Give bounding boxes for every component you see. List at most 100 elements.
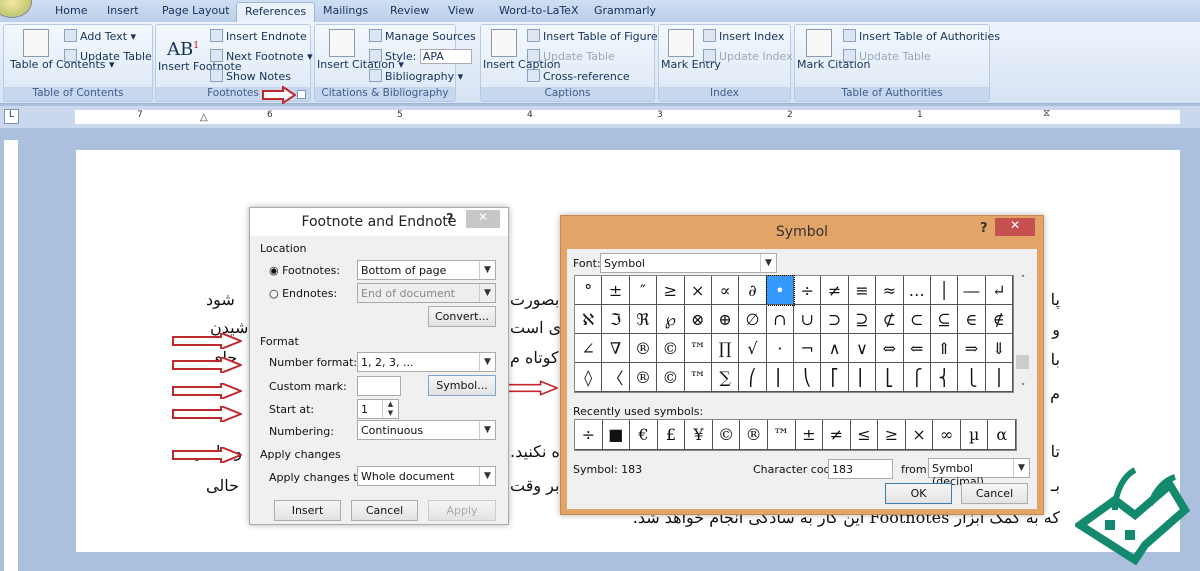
endnotes-radio[interactable]: ○ Endnotes: — [269, 287, 337, 300]
help-button[interactable]: ? — [446, 212, 454, 227]
symbol-cell[interactable]: ⎢ — [848, 363, 877, 392]
symbol-cell[interactable]: ⇒ — [958, 334, 986, 363]
symbol-cell[interactable]: ⎡ — [821, 363, 849, 392]
symbol-cell[interactable]: ⊄ — [876, 305, 904, 334]
symbol-cell[interactable]: ℵ — [575, 305, 603, 334]
tab-insert[interactable]: Insert — [107, 4, 139, 17]
endnotes-position-select[interactable]: End of document ▼ — [357, 283, 496, 303]
tab-grammarly[interactable]: Grammarly — [594, 4, 656, 17]
tab-page-layout[interactable]: Page Layout — [162, 4, 230, 17]
recent-symbol-cell[interactable]: ¥ — [685, 420, 713, 450]
symbol-cell[interactable]: √ — [739, 334, 767, 363]
close-button[interactable]: ✕ — [466, 210, 500, 228]
horizontal-ruler[interactable]: 7 6 5 4 3 2 1 △ ⧖ — [75, 108, 1180, 124]
symbol-cell[interactable]: ∨ — [848, 334, 877, 363]
add-text-button[interactable]: Add Text ▾ — [64, 29, 136, 43]
insert-table-of-figures-button[interactable]: Insert Table of Figures — [527, 29, 663, 43]
symbol-cell[interactable]: ⇓ — [985, 334, 1013, 363]
help-button[interactable]: ? — [980, 221, 988, 236]
symbol-cell[interactable]: ≥ — [657, 276, 685, 305]
recent-symbol-cell[interactable]: ∞ — [933, 420, 961, 450]
symbol-cell[interactable]: ― — [958, 276, 986, 305]
symbol-cell[interactable]: ∏ — [711, 334, 740, 363]
symbol-cell[interactable]: © — [657, 334, 685, 363]
start-at-stepper[interactable]: 1 ▲ ▼ — [357, 399, 399, 419]
symbol-button[interactable]: Symbol... — [428, 375, 496, 396]
symbol-cell[interactable]: ⎧ — [903, 363, 931, 392]
from-select[interactable]: Symbol (decimal) ▼ — [928, 458, 1030, 488]
insert-footnote-button[interactable]: AB1 Insert Footnote — [158, 31, 242, 73]
tab-home[interactable]: Home — [55, 4, 87, 17]
recent-symbol-cell[interactable]: × — [905, 420, 934, 450]
symbol-cell[interactable]: ∠ — [575, 334, 603, 363]
symbol-cell[interactable]: ⊂ — [903, 305, 931, 334]
indent-marker[interactable]: △ — [200, 112, 208, 123]
insert-citation-button[interactable]: Insert Citation ▾ — [317, 29, 404, 71]
insert-table-of-authorities-button[interactable]: Insert Table of Authorities — [843, 29, 1000, 43]
symbol-cell[interactable]: ⊃ — [821, 305, 849, 334]
mark-citation-button[interactable]: Mark Citation — [797, 29, 870, 71]
show-notes-button[interactable]: Show Notes — [210, 69, 291, 83]
symbol-cell[interactable]: ° — [575, 276, 603, 305]
right-indent-marker[interactable]: ⧖ — [1043, 108, 1050, 119]
tab-selector[interactable]: L — [4, 109, 19, 124]
symbol-cell[interactable]: ≡ — [848, 276, 877, 305]
symbol-cell[interactable]: ∪ — [794, 305, 822, 334]
scroll-thumb[interactable] — [1016, 355, 1029, 369]
symbol-cell[interactable]: © — [657, 363, 685, 392]
numbering-select[interactable]: Continuous ▼ — [357, 420, 496, 440]
font-select[interactable]: Symbol ▼ — [600, 253, 777, 273]
recent-symbol-cell[interactable]: ≥ — [878, 420, 906, 450]
symbol-cell[interactable]: ∅ — [739, 305, 767, 334]
next-footnote-button[interactable]: Next Footnote ▾ — [210, 49, 313, 63]
symbol-cell[interactable]: ≠ — [821, 276, 849, 305]
symbol-cell[interactable]: ∂ — [739, 276, 767, 305]
symbol-cell[interactable]: 〈 — [602, 363, 630, 392]
recent-symbol-cell[interactable]: ™ — [767, 420, 796, 450]
insert-endnote-button[interactable]: Insert Endnote — [210, 29, 307, 43]
symbol-cell[interactable]: ∧ — [821, 334, 849, 363]
cross-reference-button[interactable]: Cross-reference — [527, 69, 630, 83]
recent-symbol-cell[interactable]: α — [988, 420, 1016, 450]
tab-word-to-latex[interactable]: Word-to-LaTeX — [499, 4, 578, 17]
symbol-cell[interactable]: ® — [629, 363, 658, 392]
symbol-cell[interactable]: ∉ — [985, 305, 1013, 334]
symbol-cell[interactable]: ≈ — [876, 276, 904, 305]
tab-references[interactable]: References — [236, 2, 316, 22]
recent-symbols[interactable]: ÷ ■ € £ ¥ © ® ™ ± ≠ ≤ ≥ × ∞ µ α — [574, 419, 1017, 451]
update-authorities-button[interactable]: Update Table — [843, 49, 931, 63]
apply-button[interactable]: Apply — [428, 500, 496, 521]
recent-symbol-cell[interactable]: ® — [740, 420, 768, 450]
tab-review[interactable]: Review — [390, 4, 429, 17]
symbol-cell[interactable]: ÷ — [794, 276, 822, 305]
symbol-cell[interactable]: ∇ — [602, 334, 630, 363]
close-button[interactable]: ✕ — [995, 218, 1035, 236]
spinner-icon[interactable]: ▲ ▼ — [382, 400, 398, 418]
footnotes-radio[interactable]: ◉ Footnotes: — [269, 264, 340, 277]
symbol-cell[interactable]: ↵ — [985, 276, 1013, 305]
update-table-button[interactable]: Update Table — [64, 49, 152, 63]
recent-symbol-cell[interactable]: £ — [657, 420, 686, 450]
recent-symbol-cell[interactable]: µ — [960, 420, 989, 450]
recent-symbol-cell[interactable]: ≤ — [850, 420, 879, 450]
symbol-cell[interactable]: ⋅ — [766, 334, 794, 363]
symbol-cell[interactable]: ⎝ — [794, 363, 822, 392]
ok-button[interactable]: OK — [885, 483, 952, 504]
symbol-cell[interactable]: ⎜ — [766, 363, 794, 392]
cancel-button[interactable]: Cancel — [351, 500, 418, 521]
update-table-figures-button[interactable]: Update Table — [527, 49, 615, 63]
symbol-cell[interactable]: ⇔ — [876, 334, 904, 363]
symbol-cell[interactable]: • — [765, 275, 796, 306]
manage-sources-button[interactable]: Manage Sources — [369, 29, 476, 43]
symbol-cell[interactable]: ℑ — [602, 305, 630, 334]
custom-mark-input[interactable] — [357, 376, 401, 396]
symbol-cell[interactable]: ⎪ — [985, 363, 1013, 392]
symbol-cell[interactable]: ⊗ — [684, 305, 712, 334]
symbol-cell[interactable]: ⊇ — [848, 305, 877, 334]
style-dropdown[interactable]: Style: APA — [369, 49, 472, 64]
symbol-cell[interactable]: × — [684, 276, 712, 305]
symbol-cell[interactable]: ¬ — [794, 334, 822, 363]
cancel-button[interactable]: Cancel — [961, 483, 1028, 504]
symbol-cell[interactable]: ⎛ — [739, 363, 767, 392]
symbol-cell[interactable]: ⊕ — [711, 305, 740, 334]
